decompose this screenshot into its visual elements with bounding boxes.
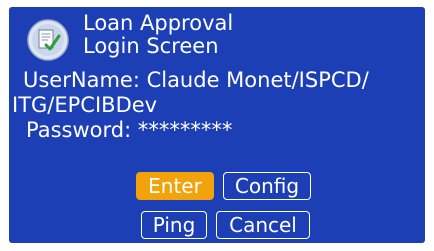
config-button[interactable]: Config [223,172,311,200]
cancel-button[interactable]: Cancel [216,211,310,239]
password-field[interactable]: Password: ********* [26,120,232,141]
username-label-line1: UserName: Claude Monet/ISPCD/ [23,68,369,92]
enter-button[interactable]: Enter [136,172,214,200]
window-title-line1: Loan Approval [83,11,234,35]
window-title-line2: Login Screen [83,34,219,58]
ping-button[interactable]: Ping [141,211,207,239]
screen: Loan Approval Login Screen UserName: Cla… [0,0,434,251]
loan-approval-app-icon [26,18,70,62]
username-label-line2: ITG/EPCIBDev [12,93,158,117]
login-panel: Loan Approval Login Screen UserName: Cla… [9,7,425,243]
